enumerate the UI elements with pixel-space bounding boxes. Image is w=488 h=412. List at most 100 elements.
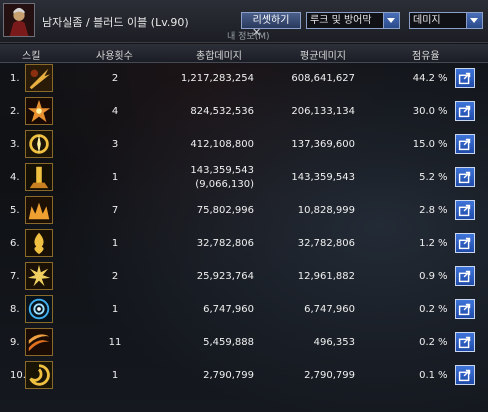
table-row: 2. 4 824,532,536 206,133,134 30.0%: [0, 95, 488, 128]
column-uses: 사용횟수: [96, 51, 133, 62]
row-uses: 4: [111, 106, 119, 117]
row-percent-sign: %: [438, 337, 448, 348]
row-total: 412,108,800: [190, 139, 254, 150]
golden-swirl-icon: [25, 361, 53, 389]
flame-pillar-icon: [25, 229, 53, 257]
header-bar: 남자실좀 / 블러드 이블 (Lv.90) 리셋하기 루크 및 방어막 데미지 …: [0, 0, 488, 43]
share-icon[interactable]: [455, 200, 475, 220]
table-row: 1. 2 1,217,283,254 608,641,627 44.2%: [0, 62, 488, 95]
share-icon[interactable]: [455, 266, 475, 286]
column-share: 점유율: [412, 51, 440, 62]
row-percent-sign: %: [438, 205, 448, 216]
filter-select[interactable]: 루크 및 방어막: [306, 12, 400, 29]
share-icon[interactable]: [455, 68, 475, 88]
table-row: 8. 1 6,747,960 6,747,960 0.2%: [0, 293, 488, 326]
flame-crown-icon: [25, 196, 53, 224]
share-icon[interactable]: [455, 332, 475, 352]
row-avg: 32,782,806: [297, 238, 355, 249]
row-rank: 6.: [10, 238, 20, 249]
row-avg: 496,353: [313, 337, 355, 348]
table-row: 9. 11 5,459,888 496,353 0.2%: [0, 326, 488, 359]
row-rank: 4.: [10, 172, 20, 183]
blue-vortex-icon: [25, 295, 53, 323]
row-avg: 143,359,543: [291, 172, 355, 183]
row-rank: 8.: [10, 304, 20, 315]
row-rank: 1.: [10, 73, 20, 84]
row-uses: 11: [108, 337, 122, 348]
row-total: 824,532,536: [190, 106, 254, 117]
close-icon[interactable]: ✕: [252, 26, 261, 39]
blade-wave-icon: [25, 328, 53, 356]
table-row: 3. 3 412,108,800 137,369,600 15.0%: [0, 128, 488, 161]
row-share: 30.0: [412, 106, 435, 117]
row-share: 15.0: [412, 139, 435, 150]
row-uses: 1: [111, 304, 119, 315]
row-rank: 7.: [10, 271, 20, 282]
explosion-icon: [25, 262, 53, 290]
share-icon[interactable]: [455, 101, 475, 121]
row-percent-sign: %: [438, 172, 448, 183]
row-avg: 10,828,999: [297, 205, 355, 216]
filter-select-value: 루크 및 방어막: [310, 15, 372, 26]
row-avg: 206,133,134: [291, 106, 355, 117]
share-icon[interactable]: [455, 299, 475, 319]
row-percent-sign: %: [438, 238, 448, 249]
row-total-sub: (9,066,130): [195, 179, 254, 190]
row-avg: 6,747,960: [304, 304, 355, 315]
dark-slash-icon: [25, 64, 53, 92]
row-percent-sign: %: [438, 304, 448, 315]
share-icon[interactable]: [455, 365, 475, 385]
share-icon[interactable]: [455, 233, 475, 253]
table-row: 5. 7 75,802,996 10,828,999 2.8%: [0, 194, 488, 227]
row-avg: 608,641,627: [291, 73, 355, 84]
row-uses: 1: [111, 238, 119, 249]
row-percent-sign: %: [438, 73, 448, 84]
row-share: 44.2: [412, 73, 435, 84]
row-total: 5,459,888: [203, 337, 254, 348]
row-total: 143,359,543: [190, 165, 254, 176]
metric-select-value: 데미지: [413, 15, 441, 26]
blood-burst-icon: [25, 97, 53, 125]
row-share: 0.2: [419, 304, 435, 315]
table-row: 6. 1 32,782,806 32,782,806 1.2%: [0, 227, 488, 260]
row-percent-sign: %: [438, 370, 448, 381]
row-percent-sign: %: [438, 106, 448, 117]
character-name: 남자실좀 / 블러드 이블 (Lv.90): [42, 16, 189, 29]
row-rank: 5.: [10, 205, 20, 216]
row-percent-sign: %: [438, 271, 448, 282]
table-row: 4. 1 143,359,543 (9,066,130) 143,359,543 5.2%: [0, 161, 488, 194]
row-rank: 10.: [10, 370, 26, 381]
avatar: [3, 3, 35, 37]
row-avg: 137,369,600: [291, 139, 355, 150]
row-share: 0.2: [419, 337, 435, 348]
table-row: 7. 2 25,923,764 12,961,882 0.9%: [0, 260, 488, 293]
background-caption: 내 정보(M): [227, 32, 270, 42]
row-uses: 7: [111, 205, 119, 216]
row-avg: 2,790,799: [304, 370, 355, 381]
column-skill: 스킬: [22, 51, 41, 62]
row-percent-sign: %: [438, 139, 448, 150]
chevron-down-icon[interactable]: [383, 13, 399, 28]
pillar-strike-icon: [25, 163, 53, 191]
column-avg: 평균데미지: [300, 51, 346, 62]
row-total: 2,790,799: [203, 370, 254, 381]
share-icon[interactable]: [455, 167, 475, 187]
row-total: 25,923,764: [196, 271, 254, 282]
row-share: 5.2: [419, 172, 435, 183]
row-total: 75,802,996: [196, 205, 254, 216]
row-uses: 2: [111, 73, 119, 84]
gold-aura-icon: [25, 130, 53, 158]
row-rank: 9.: [10, 337, 20, 348]
row-uses: 3: [111, 139, 119, 150]
row-share: 1.2: [419, 238, 435, 249]
share-icon[interactable]: [455, 134, 475, 154]
column-header-row: 스킬 사용횟수 총합데미지 평균데미지 점유율: [0, 44, 488, 63]
row-share: 0.1: [419, 370, 435, 381]
row-rank: 2.: [10, 106, 20, 117]
chevron-down-icon[interactable]: [466, 13, 482, 28]
row-total: 32,782,806: [196, 238, 254, 249]
reset-button[interactable]: 리셋하기: [241, 12, 301, 29]
row-avg: 12,961,882: [297, 271, 355, 282]
column-total: 총합데미지: [196, 51, 242, 62]
metric-select[interactable]: 데미지: [409, 12, 483, 29]
